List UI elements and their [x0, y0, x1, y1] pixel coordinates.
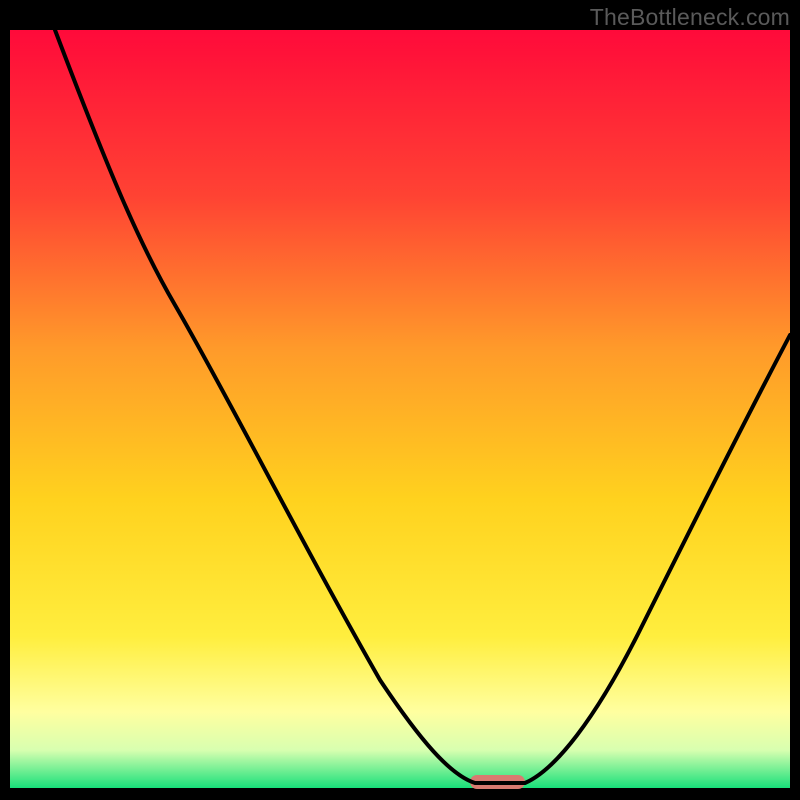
- plot-area: [10, 30, 790, 788]
- chart-container: TheBottleneck.com: [0, 0, 800, 800]
- watermark-text: TheBottleneck.com: [590, 4, 790, 31]
- bottleneck-chart: [0, 0, 800, 800]
